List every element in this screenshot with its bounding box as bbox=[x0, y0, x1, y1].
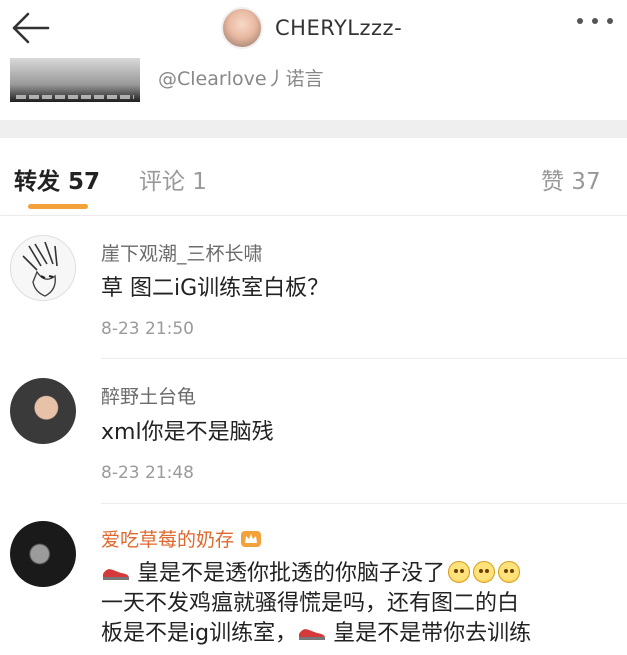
comment-text: 皇是不是透你批透的你脑子没了 一天不发鸡瘟就骚得慌是吗，还有图二的白 板是不是i… bbox=[101, 559, 621, 649]
avatar[interactable] bbox=[10, 235, 76, 301]
more-dots-icon[interactable] bbox=[577, 18, 613, 24]
avatar[interactable] bbox=[10, 378, 76, 444]
list-item[interactable]: 爱吃草莓的奶存 皇是不是透你批透的你脑子没了 一天不发鸡瘟就骚得慌是吗，还有图二… bbox=[0, 505, 627, 655]
comment-line: 皇是不是透你批透的你脑子没了 bbox=[137, 561, 446, 586]
comment-author[interactable]: 爱吃草莓的奶存 bbox=[101, 525, 262, 552]
profile-header[interactable]: CHERYLzzz- bbox=[221, 6, 402, 50]
list-item[interactable]: 醉野土台龟 xml你是不是脑残 8-23 21:48 bbox=[0, 362, 627, 505]
comment-text: xml你是不是脑残 bbox=[101, 420, 274, 445]
dizzy-face-emoji-icon bbox=[473, 561, 496, 583]
comment-line: 板是不是ig训练室， bbox=[101, 621, 298, 646]
comment-line: 皇是不是带你去训练 bbox=[333, 621, 532, 646]
dizzy-face-emoji-icon bbox=[448, 561, 471, 583]
avatar[interactable] bbox=[221, 7, 263, 49]
quoted-thumbnail[interactable] bbox=[10, 58, 140, 102]
row-divider bbox=[101, 358, 627, 359]
manga-avatar-icon bbox=[11, 236, 75, 300]
active-tab-indicator bbox=[28, 204, 88, 209]
tab-reposts[interactable]: 转发 57 bbox=[14, 162, 100, 196]
comment-text: 草 图二iG训练室白板？ bbox=[101, 276, 330, 301]
tab-comments[interactable]: 评论 1 bbox=[139, 162, 207, 196]
dizzy-face-emoji-icon bbox=[498, 561, 521, 583]
comment-line: 一天不发鸡瘟就骚得慌是吗，还有图二的白 bbox=[101, 591, 520, 616]
tab-bar: 转发 57 评论 1 赞 37 bbox=[0, 138, 627, 216]
top-bar: CHERYLzzz- bbox=[0, 0, 627, 58]
comment-time: 8-23 21:50 bbox=[101, 319, 194, 339]
comment-time: 8-23 21:48 bbox=[101, 463, 194, 483]
page-title: CHERYLzzz- bbox=[275, 16, 403, 40]
back-button[interactable] bbox=[8, 10, 52, 46]
quoted-post[interactable]: @Clearlove丿诺言 bbox=[0, 58, 627, 120]
arrow-left-icon bbox=[12, 12, 50, 44]
row-divider bbox=[101, 503, 627, 504]
crown-vip-icon bbox=[240, 529, 262, 549]
list-item[interactable]: 崖下观潮_三杯长啸 草 图二iG训练室白板？ 8-23 21:50 bbox=[0, 217, 627, 362]
quoted-mention[interactable]: @Clearlove丿诺言 bbox=[158, 64, 324, 91]
section-divider bbox=[0, 120, 627, 138]
red-shoe-emoji-icon bbox=[101, 561, 131, 580]
comment-author[interactable]: 崖下观潮_三杯长啸 bbox=[101, 239, 263, 266]
comment-author[interactable]: 醉野土台龟 bbox=[101, 382, 196, 409]
red-shoe-emoji-icon bbox=[297, 621, 327, 640]
avatar[interactable] bbox=[10, 521, 76, 587]
author-name: 爱吃草莓的奶存 bbox=[101, 529, 235, 551]
tab-likes[interactable]: 赞 37 bbox=[541, 162, 601, 196]
